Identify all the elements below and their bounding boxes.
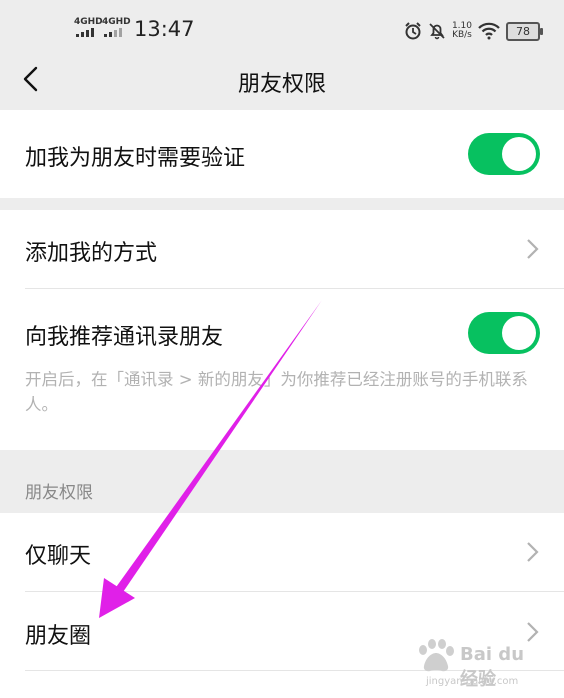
battery-icon: 78 — [506, 21, 543, 41]
cellular-signal-1-icon: 4GHD — [74, 18, 103, 37]
recommend-contacts-label: 向我推荐通讯录朋友 — [25, 325, 224, 350]
clock: 13:47 — [134, 17, 195, 41]
signal-2-label: 4GHD — [102, 17, 131, 27]
contacts-group: 添加我的方式 向我推荐通讯录朋友 开启后，在「通讯录 > 新的朋友」为你推荐已经… — [0, 210, 564, 450]
wifi-icon — [478, 22, 500, 40]
verify-group: 加我为朋友时需要验证 — [0, 110, 564, 198]
recommend-contacts-description: 开启后，在「通讯录 > 新的朋友」为你推荐已经注册账号的手机联系人。 — [25, 370, 528, 414]
add-methods-label: 添加我的方式 — [25, 241, 158, 266]
add-methods-row[interactable]: 添加我的方式 — [0, 210, 564, 288]
toggle-knob — [502, 316, 536, 350]
chat-only-row[interactable]: 仅聊天 — [0, 513, 564, 591]
chevron-right-icon — [527, 542, 539, 562]
paw-logo-icon — [419, 639, 454, 672]
chat-only-label: 仅聊天 — [25, 544, 92, 569]
alarm-icon — [405, 22, 421, 40]
verify-label: 加我为朋友时需要验证 — [25, 146, 246, 171]
watermark-url: jingyan.baidu.com — [426, 676, 519, 687]
watermark: Bai du 经验 jingyan.baidu.com — [414, 638, 534, 690]
section-header-friend-permissions: 朋友权限 — [25, 483, 93, 503]
status-icons: 1.10 KB/s 78 — [404, 20, 543, 42]
toggle-knob — [502, 137, 536, 171]
net-speed: 1.10 KB/s — [452, 22, 472, 40]
status-bar: 4GHD 4GHD 13:47 1.10 KB/s 78 — [0, 0, 564, 60]
recommend-contacts-toggle[interactable] — [468, 312, 540, 354]
verify-toggle[interactable] — [468, 133, 540, 175]
mute-icon — [429, 23, 445, 40]
signal-1-label: 4GHD — [74, 17, 103, 27]
recommend-contacts-row[interactable]: 向我推荐通讯录朋友 开启后，在「通讯录 > 新的朋友」为你推荐已经注册账号的手机… — [0, 289, 564, 450]
verify-row[interactable]: 加我为朋友时需要验证 — [0, 110, 564, 198]
battery-level: 78 — [516, 24, 530, 38]
chevron-right-icon — [527, 239, 539, 259]
moments-label: 朋友圈 — [25, 624, 92, 649]
nav-bar: 朋友权限 — [0, 60, 564, 110]
page-title: 朋友权限 — [237, 72, 326, 97]
cellular-signal-2-icon: 4GHD — [102, 18, 131, 37]
net-speed-unit: KB/s — [452, 30, 472, 40]
